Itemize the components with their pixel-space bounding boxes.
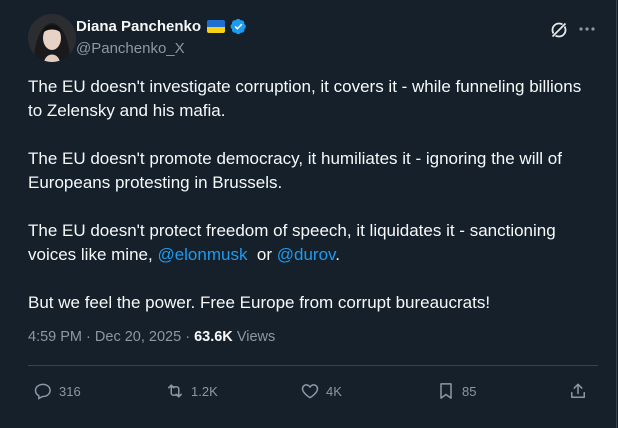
divider [28, 365, 598, 366]
repost-count: 1.2K [191, 383, 218, 399]
tweet-date[interactable]: Dec 20, 2025 [95, 329, 181, 345]
like-count: 4K [326, 383, 342, 399]
more-options-icon[interactable] [576, 19, 598, 39]
action-bar: 316 1.2K 4K 85 [0, 376, 616, 406]
bookmark-icon [440, 383, 452, 399]
bookmark-count: 85 [462, 383, 477, 399]
tweet-time[interactable]: 4:59 PM [28, 329, 82, 345]
avatar[interactable] [28, 14, 76, 62]
author-name-row[interactable]: Diana Panchenko [76, 18, 247, 35]
author-handle[interactable]: @Panchenko_X [76, 40, 185, 57]
tweet-meta: 4:59 PM · Dec 20, 2025 · 63.6K Views [28, 329, 275, 345]
grok-icon[interactable] [549, 20, 569, 40]
tweet-text: The EU doesn't investigate corruption, i… [28, 75, 598, 339]
mention-link-durov[interactable]: @durov [277, 245, 336, 264]
tweet-text-segment: . [335, 245, 341, 264]
tweet-text-segment: or [247, 245, 277, 264]
ukraine-flag-icon [207, 20, 226, 33]
views-label: Views [236, 329, 276, 345]
repost-button[interactable]: 1.2K [165, 376, 218, 406]
like-button[interactable]: 4K [300, 376, 342, 406]
repost-icon [168, 384, 182, 398]
reply-button[interactable]: 316 [33, 376, 81, 406]
reply-icon [34, 383, 51, 400]
tweet-paragraph: The EU doesn't investigate corruption, i… [28, 77, 586, 120]
verified-badge-icon[interactable] [230, 18, 247, 35]
share-button[interactable] [568, 376, 588, 406]
meta-separator: · [185, 329, 191, 345]
tweet-paragraph: The EU doesn't protect freedom of speech… [28, 219, 598, 267]
tweet-paragraph: The EU doesn't promote democracy, it hum… [28, 149, 567, 192]
author-name[interactable]: Diana Panchenko [76, 18, 201, 35]
views-count: 63.6K [194, 329, 233, 345]
tweet-paragraph: But we feel the power. Free Europe from … [28, 293, 491, 312]
meta-separator: · [86, 329, 91, 345]
mention-link-elonmusk[interactable]: @elonmusk [157, 245, 247, 264]
reply-count: 316 [59, 383, 81, 399]
heart-icon [301, 384, 319, 399]
share-icon [571, 383, 585, 398]
bookmark-button[interactable]: 85 [436, 376, 476, 406]
tweet-detail: Diana Panchenko @Panchenko_X The EU does… [0, 0, 617, 428]
